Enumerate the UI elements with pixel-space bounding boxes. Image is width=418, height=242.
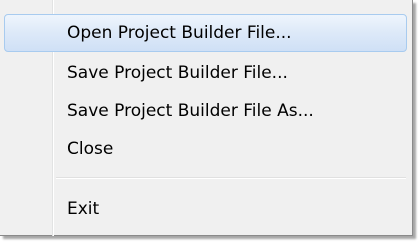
menu-item-close[interactable]: Close <box>4 130 407 168</box>
menu-item-exit[interactable]: Exit <box>4 190 407 228</box>
menu-item-label: Close <box>67 139 114 159</box>
menu-item-label: Exit <box>67 199 100 219</box>
file-menu: Open Project Builder File... Save Projec… <box>0 0 413 236</box>
menu-item-save-project-builder-file-as[interactable]: Save Project Builder File As... <box>4 92 407 130</box>
menu-item-label: Open Project Builder File... <box>67 23 292 43</box>
menu-item-save-project-builder-file[interactable]: Save Project Builder File... <box>4 54 407 92</box>
menu-item-label: Save Project Builder File... <box>67 63 288 83</box>
menu-item-label: Save Project Builder File As... <box>67 101 314 121</box>
menu-item-open-project-builder-file[interactable]: Open Project Builder File... <box>4 14 407 52</box>
menu-separator <box>56 177 406 179</box>
